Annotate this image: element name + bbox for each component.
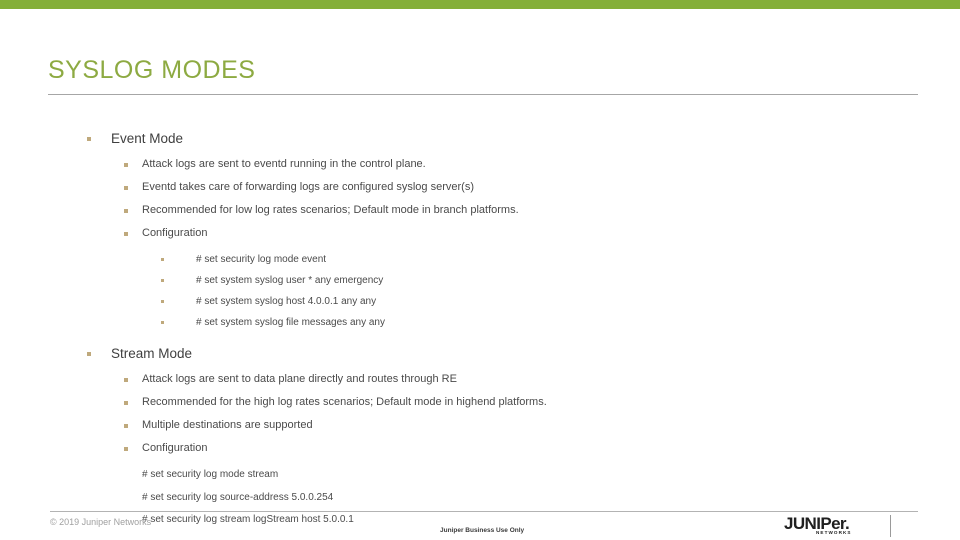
list-item: Eventd takes care of forwarding logs are… xyxy=(0,176,960,199)
list-item-label: Attack logs are sent to eventd running i… xyxy=(142,158,426,170)
slide: SYSLOG MODES Event Mode Attack logs are … xyxy=(0,0,960,540)
list-item: Attack logs are sent to eventd running i… xyxy=(0,153,960,176)
square-bullet-icon xyxy=(161,279,164,282)
command-line-item: # set security log mode stream xyxy=(0,464,960,487)
command-line-text: # set security log source-address 5.0.0.… xyxy=(142,491,334,503)
command-line-text: # set security log mode stream xyxy=(142,469,279,480)
command-line-text: # set security log mode event xyxy=(196,254,327,265)
list-item-label: Attack logs are sent to data plane direc… xyxy=(142,373,457,385)
top-accent-bar xyxy=(0,0,960,9)
square-bullet-icon xyxy=(87,352,91,356)
command-line-item: # set security log mode event xyxy=(0,249,960,270)
juniper-logo-subtext: NETWORKS xyxy=(816,530,852,535)
list-item: Configuration xyxy=(0,222,960,245)
command-line-item: # set system syslog host 4.0.0.1 any any xyxy=(0,291,960,312)
command-line-text: # set system syslog host 4.0.0.1 any any xyxy=(196,296,377,307)
juniper-logo: JUNIPer. NETWORKS xyxy=(784,514,880,538)
list-item-label: Configuration xyxy=(142,227,208,239)
square-bullet-icon xyxy=(124,186,128,190)
section-heading-stream-mode: Stream Mode xyxy=(0,340,960,368)
list-item: Recommended for the high log rates scena… xyxy=(0,391,960,414)
square-bullet-icon xyxy=(124,378,128,382)
section-heading-event-mode: Event Mode xyxy=(0,125,960,153)
title-divider xyxy=(48,94,918,95)
copyright-text: © 2019 Juniper Networks xyxy=(50,517,152,527)
square-bullet-icon xyxy=(161,300,164,303)
logo-vertical-divider xyxy=(890,515,891,537)
section-heading-label: Stream Mode xyxy=(111,346,193,361)
list-item-label: Multiple destinations are supported xyxy=(142,419,313,431)
command-line-item: # set security log source-address 5.0.0.… xyxy=(0,487,960,510)
section-heading-label: Event Mode xyxy=(111,131,184,146)
command-line-item: # set system syslog user * any emergency xyxy=(0,270,960,291)
list-item-label: Recommended for low log rates scenarios;… xyxy=(142,204,519,216)
command-line-text: # set system syslog file messages any an… xyxy=(196,317,385,328)
square-bullet-icon xyxy=(124,209,128,213)
list-item-label: Eventd takes care of forwarding logs are… xyxy=(142,181,474,193)
command-line-text: # set system syslog user * any emergency xyxy=(196,275,384,286)
square-bullet-icon xyxy=(124,447,128,451)
square-bullet-icon xyxy=(124,401,128,405)
square-bullet-icon xyxy=(87,137,91,141)
command-line-item: # set system syslog file messages any an… xyxy=(0,312,960,333)
square-bullet-icon xyxy=(124,424,128,428)
list-item: Configuration xyxy=(0,437,960,460)
confidentiality-note: Juniper Business Use Only xyxy=(440,527,525,534)
slide-body: Event Mode Attack logs are sent to event… xyxy=(0,125,960,532)
list-item: Recommended for low log rates scenarios;… xyxy=(0,199,960,222)
list-item-label: Configuration xyxy=(142,442,208,454)
page-title: SYSLOG MODES xyxy=(48,56,256,84)
list-item-label: Recommended for the high log rates scena… xyxy=(142,396,547,408)
footer-divider xyxy=(50,511,918,512)
list-item: Multiple destinations are supported xyxy=(0,414,960,437)
square-bullet-icon xyxy=(161,258,164,261)
list-item: Attack logs are sent to data plane direc… xyxy=(0,368,960,391)
square-bullet-icon xyxy=(124,163,128,167)
square-bullet-icon xyxy=(124,232,128,236)
juniper-logo-wordmark: JUNIPer. xyxy=(784,514,850,533)
square-bullet-icon xyxy=(161,321,164,324)
command-line-text: # set security log stream logStream host… xyxy=(142,514,354,525)
